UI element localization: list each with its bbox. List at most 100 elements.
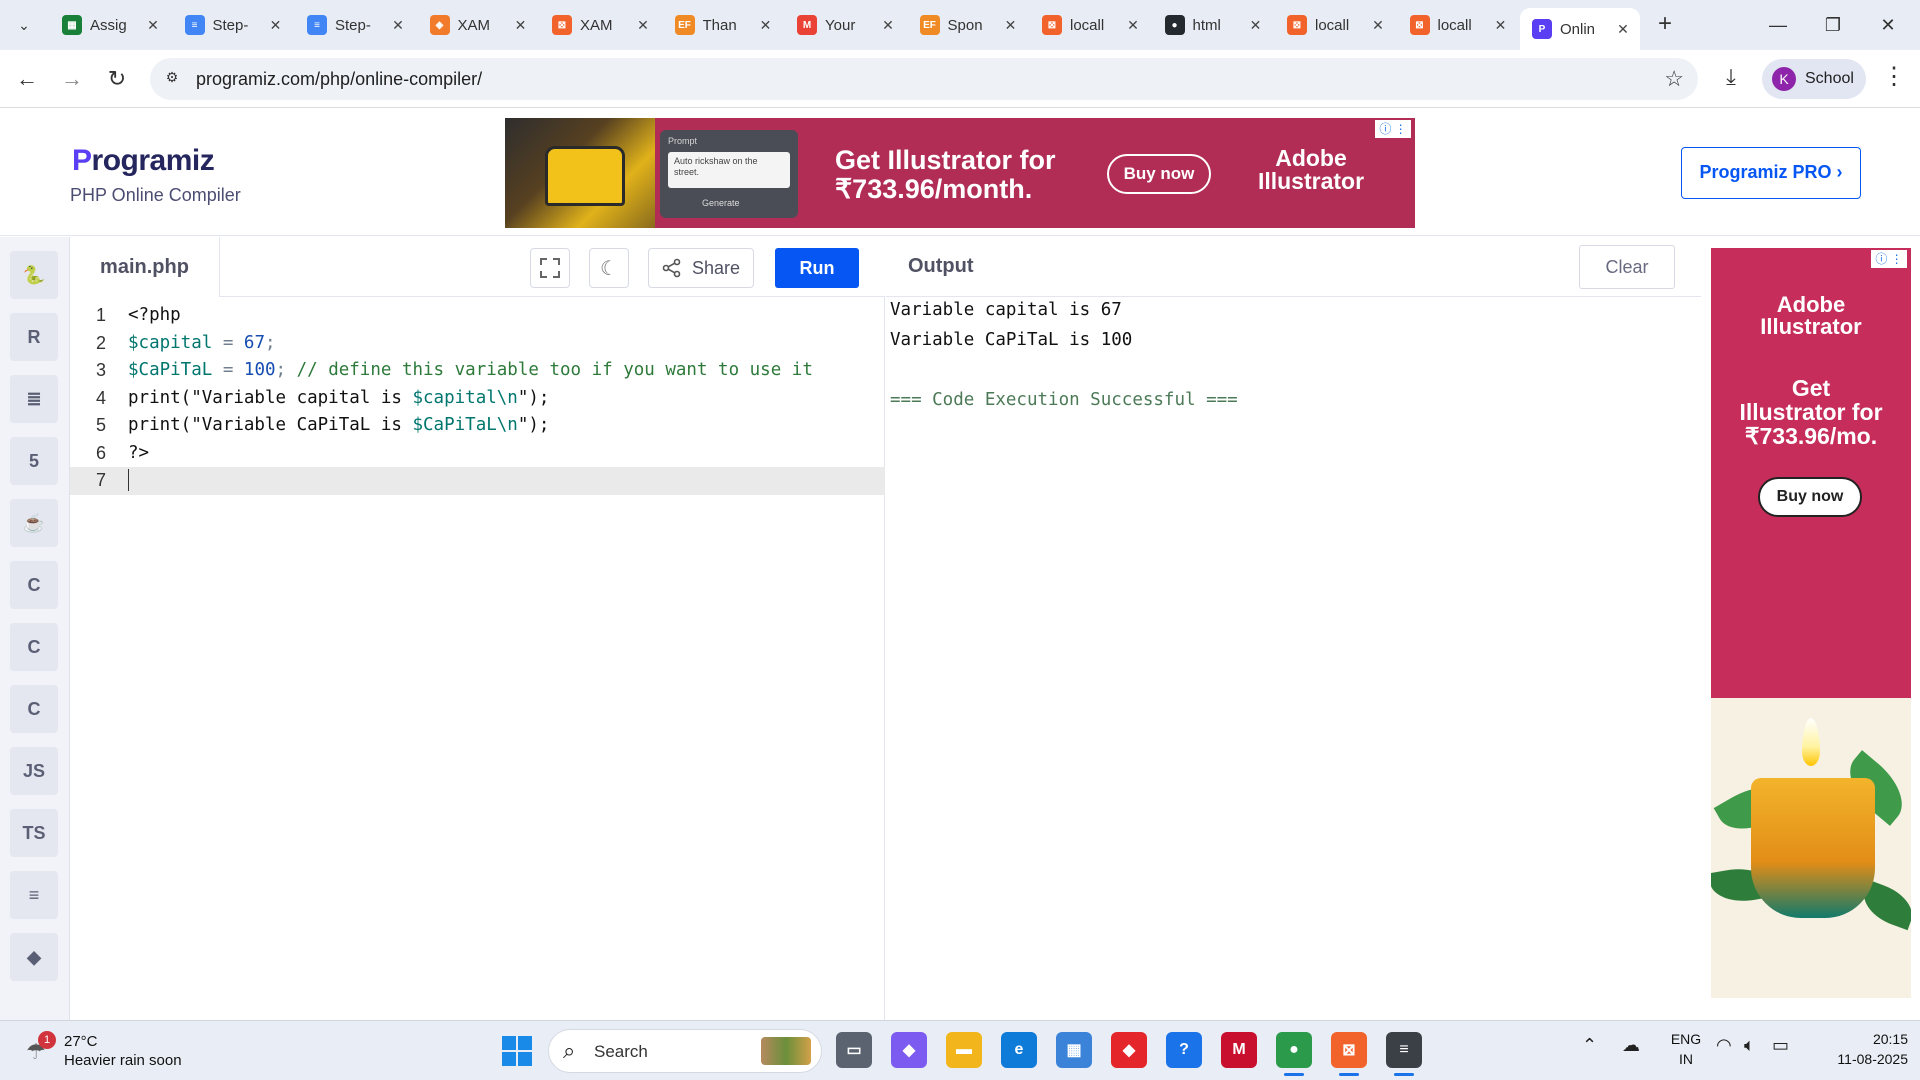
- close-tab-icon[interactable]: ✕: [1369, 17, 1387, 34]
- restore-button[interactable]: ❐: [1813, 8, 1853, 42]
- browser-tab[interactable]: ⊠ locall ✕: [1030, 8, 1150, 42]
- back-button[interactable]: ←: [12, 64, 42, 94]
- taskbar-chrome-icon[interactable]: ●: [1276, 1032, 1312, 1076]
- code-text[interactable]: $capital = 67;: [128, 330, 276, 358]
- close-tab-icon[interactable]: ✕: [144, 17, 162, 34]
- show-hidden-icons-chevron-icon[interactable]: ⌃: [1582, 1035, 1597, 1056]
- close-window-button[interactable]: ✕: [1868, 8, 1908, 42]
- download-icon[interactable]: ⤓: [1716, 64, 1746, 94]
- code-text[interactable]: <?php: [128, 302, 181, 330]
- language-typescript-button[interactable]: TS: [10, 809, 58, 857]
- browser-tab[interactable]: ≡ Step- ✕: [295, 8, 415, 42]
- volume-icon[interactable]: 🔈︎: [1744, 1035, 1755, 1056]
- system-clock[interactable]: 20:15 11-08-2025: [1808, 1029, 1908, 1069]
- weather-widget[interactable]: ☂ 1 27°C Heavier rain soon: [20, 1031, 200, 1073]
- new-tab-button[interactable]: +: [1650, 10, 1680, 40]
- close-tab-icon[interactable]: ✕: [1614, 21, 1632, 38]
- language-go-button[interactable]: ≡: [10, 871, 58, 919]
- code-line[interactable]: 5 print("Variable CaPiTaL is $CaPiTaL\n")…: [70, 412, 885, 440]
- close-tab-icon[interactable]: ✕: [634, 17, 652, 34]
- taskbar-mcafee-icon[interactable]: M: [1221, 1032, 1257, 1068]
- input-language[interactable]: ENG IN: [1666, 1029, 1706, 1069]
- browser-tab[interactable]: ⊠ XAM ✕: [540, 8, 660, 42]
- browser-tab[interactable]: ≡ Step- ✕: [173, 8, 293, 42]
- language-html-button[interactable]: 5: [10, 437, 58, 485]
- profile-button[interactable]: K School: [1762, 59, 1866, 99]
- browser-tab[interactable]: EF Spon ✕: [908, 8, 1028, 42]
- browser-tab[interactable]: EF Than ✕: [663, 8, 783, 42]
- close-tab-icon[interactable]: ✕: [757, 17, 775, 34]
- top-ad-banner[interactable]: Prompt Auto rickshaw on the street. Gene…: [505, 118, 1415, 228]
- close-tab-icon[interactable]: ✕: [1124, 17, 1142, 34]
- fullscreen-button[interactable]: [530, 248, 570, 288]
- browser-menu-icon[interactable]: ⋮: [1882, 62, 1906, 91]
- close-tab-icon[interactable]: ✕: [1247, 17, 1265, 34]
- programiz-pro-button[interactable]: Programiz PRO ›: [1681, 147, 1861, 199]
- language-python-button[interactable]: 🐍: [10, 251, 58, 299]
- language-csharp-button[interactable]: C: [10, 685, 58, 733]
- close-tab-icon[interactable]: ✕: [267, 17, 285, 34]
- taskbar-microsoft-store-icon[interactable]: ▦: [1056, 1032, 1092, 1068]
- battery-icon[interactable]: ▭: [1772, 1035, 1789, 1056]
- language-cpp-button[interactable]: C: [10, 623, 58, 671]
- taskbar-anydesk-icon[interactable]: ◆: [1111, 1032, 1147, 1068]
- language-r-button[interactable]: R: [10, 313, 58, 361]
- code-editor[interactable]: 1 <?php 2 $capital = 67; 3 $CaPiTaL = 100; //…: [70, 297, 885, 1020]
- browser-tab[interactable]: ▦ Assig ✕: [50, 8, 170, 42]
- close-tab-icon[interactable]: ✕: [1492, 17, 1510, 34]
- dark-mode-button[interactable]: ☾: [589, 248, 629, 288]
- side-ad-banner[interactable]: ⓘ ⋮ Adobe Illustrator Get Illustrator fo…: [1711, 248, 1911, 998]
- browser-tab[interactable]: ◈ XAM ✕: [418, 8, 538, 42]
- browser-tab[interactable]: ⊠ locall ✕: [1398, 8, 1518, 42]
- reload-button[interactable]: ↻: [102, 64, 132, 94]
- minimize-button[interactable]: —: [1758, 8, 1798, 42]
- close-tab-icon[interactable]: ✕: [1002, 17, 1020, 34]
- code-text[interactable]: ?>: [128, 440, 149, 468]
- share-button[interactable]: Share: [648, 248, 754, 288]
- code-text[interactable]: [128, 467, 129, 495]
- code-line[interactable]: 7: [70, 467, 885, 495]
- side-ad-buy-now-button[interactable]: Buy now: [1758, 477, 1862, 517]
- language-sql-button[interactable]: ≣: [10, 375, 58, 423]
- code-line[interactable]: 3 $CaPiTaL = 100; // define this variable…: [70, 357, 885, 385]
- language-c-button[interactable]: C: [10, 561, 58, 609]
- clear-button[interactable]: Clear: [1579, 245, 1675, 289]
- file-tab[interactable]: main.php: [70, 237, 220, 297]
- onedrive-icon[interactable]: ☁: [1622, 1035, 1640, 1056]
- taskbar-task-view-icon[interactable]: ▭: [836, 1032, 872, 1068]
- tab-search-button[interactable]: ⌄: [10, 11, 38, 39]
- start-button[interactable]: [502, 1036, 532, 1066]
- taskbar-edge-icon[interactable]: e: [1001, 1032, 1037, 1068]
- language-swift-button[interactable]: ◆: [10, 933, 58, 981]
- language-java-button[interactable]: ☕: [10, 499, 58, 547]
- wifi-icon[interactable]: ◠: [1716, 1035, 1732, 1056]
- browser-tab[interactable]: ● html ✕: [1153, 8, 1273, 42]
- code-text[interactable]: print("Variable CaPiTaL is $CaPiTaL\n");: [128, 412, 549, 440]
- close-tab-icon[interactable]: ✕: [512, 17, 530, 34]
- taskbar-file-explorer-icon[interactable]: ▬: [946, 1032, 982, 1068]
- taskbar-copilot-icon[interactable]: ◆: [891, 1032, 927, 1068]
- programiz-logo[interactable]: Programiz: [72, 144, 215, 178]
- code-text[interactable]: print("Variable capital is $capital\n");: [128, 385, 549, 413]
- language-javascript-button[interactable]: JS: [10, 747, 58, 795]
- close-tab-icon[interactable]: ✕: [389, 17, 407, 34]
- browser-tab[interactable]: P Onlin ✕: [1520, 8, 1640, 50]
- taskbar-search[interactable]: ⌕ Search: [548, 1029, 822, 1073]
- taskbar-xampp-icon[interactable]: ⊠: [1331, 1032, 1367, 1076]
- code-line[interactable]: 6 ?>: [70, 440, 885, 468]
- forward-button[interactable]: →: [57, 64, 87, 94]
- ad-buy-now-button[interactable]: Buy now: [1107, 154, 1211, 194]
- code-line[interactable]: 1 <?php: [70, 302, 885, 330]
- side-adchoices-icon[interactable]: ⓘ ⋮: [1871, 250, 1907, 268]
- site-info-icon[interactable]: ⚙: [162, 69, 182, 89]
- browser-tab[interactable]: M Your ✕: [785, 8, 905, 42]
- code-line[interactable]: 4 print("Variable capital is $capital\n")…: [70, 385, 885, 413]
- taskbar-help-icon[interactable]: ?: [1166, 1032, 1202, 1068]
- bookmark-star-icon[interactable]: ☆: [1664, 66, 1684, 92]
- taskbar-sublime-icon[interactable]: ≡: [1386, 1032, 1422, 1076]
- close-tab-icon[interactable]: ✕: [879, 17, 897, 34]
- url-text[interactable]: programiz.com/php/online-compiler/: [196, 69, 482, 90]
- address-bar[interactable]: ⚙ programiz.com/php/online-compiler/ ☆: [150, 58, 1698, 100]
- code-line[interactable]: 2 $capital = 67;: [70, 330, 885, 358]
- run-button[interactable]: Run: [775, 248, 859, 288]
